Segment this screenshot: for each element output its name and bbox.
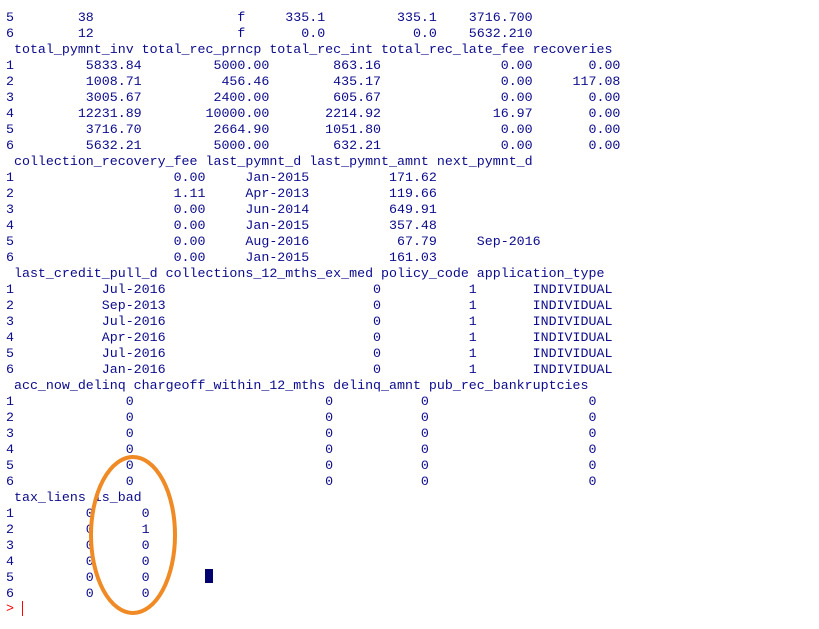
console-line: tax_liens is_bad (6, 490, 142, 505)
text-caret (21, 600, 23, 616)
console-line: 3 Jul-2016 0 1 INDIVIDUAL (6, 314, 613, 329)
console-prompt[interactable]: > (6, 600, 23, 616)
console-line: 3 3005.67 2400.00 605.67 0.00 0.00 (6, 90, 621, 105)
console-line: 6 12 f 0.0 0.0 5632.210 (6, 26, 533, 41)
console-line: 5 0 0 (6, 570, 150, 585)
console-line: 6 5632.21 5000.00 632.21 0.00 0.00 (6, 138, 621, 153)
console-line: 4 0.00 Jan-2015 357.48 (6, 218, 437, 233)
console-line: 4 Apr-2016 0 1 INDIVIDUAL (6, 330, 613, 345)
console-line: 2 1008.71 456.46 435.17 0.00 117.08 (6, 74, 621, 89)
console-line: 6 Jan-2016 0 1 INDIVIDUAL (6, 362, 613, 377)
console-line: 5 0 0 0 0 (6, 458, 597, 473)
console-line: 3 0 0 (6, 538, 150, 553)
console-output: 5 38 f 335.1 335.1 3716.700 6 12 f 0.0 0.… (6, 10, 620, 602)
console-line: acc_now_delinq chargeoff_within_12_mths … (6, 378, 589, 393)
console-line: 1 0 0 0 0 (6, 394, 597, 409)
console-line: 5 0.00 Aug-2016 67.79 Sep-2016 (6, 234, 541, 249)
console-line: 5 Jul-2016 0 1 INDIVIDUAL (6, 346, 613, 361)
console-line: 4 12231.89 10000.00 2214.92 16.97 0.00 (6, 106, 621, 121)
console-line: 2 0 1 (6, 522, 150, 537)
console-line: 2 0 0 0 0 (6, 410, 597, 425)
console-line: 1 0 0 (6, 506, 150, 521)
console-line: 1 5833.84 5000.00 863.16 0.00 0.00 (6, 58, 621, 73)
console-line: 2 Sep-2013 0 1 INDIVIDUAL (6, 298, 613, 313)
console-line: last_credit_pull_d collections_12_mths_e… (6, 266, 605, 281)
console-line: 3 0.00 Jun-2014 649.91 (6, 202, 437, 217)
console-line: 3 0 0 0 0 (6, 426, 597, 441)
console-line: 1 Jul-2016 0 1 INDIVIDUAL (6, 282, 613, 297)
console-line: 4 0 0 (6, 554, 150, 569)
console-line: 2 1.11 Apr-2013 119.66 (6, 186, 437, 201)
console-line: 6 0 0 0 0 (6, 474, 597, 489)
console-line: 5 3716.70 2664.90 1051.80 0.00 0.00 (6, 122, 621, 137)
console-line: 6 0 0 (6, 586, 150, 601)
block-cursor (205, 569, 213, 583)
console-line: 1 0.00 Jan-2015 171.62 (6, 170, 437, 185)
prompt-symbol: > (6, 600, 14, 616)
console-line: collection_recovery_fee last_pymnt_d las… (6, 154, 533, 169)
console-line: total_pymnt_inv total_rec_prncp total_re… (6, 42, 613, 57)
console-line: 6 0.00 Jan-2015 161.03 (6, 250, 437, 265)
console-line: 4 0 0 0 0 (6, 442, 597, 457)
console-line: 5 38 f 335.1 335.1 3716.700 (6, 10, 533, 25)
